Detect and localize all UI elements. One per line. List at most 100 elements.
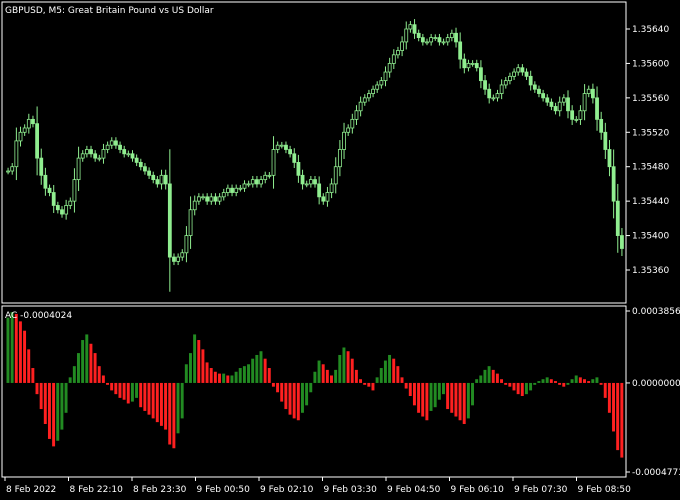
candle-body [574,118,579,121]
ac-bar [516,382,520,395]
ac-bar [209,368,213,383]
candle-body [425,41,429,44]
candle-body [458,41,463,60]
candle-body [474,63,479,69]
ac-bar [247,364,251,383]
candle-body [479,67,483,82]
ac-bar [89,343,93,383]
candle-body [541,93,546,99]
candle-body [76,157,81,181]
time-tick-label: 9 Feb 08:50 [578,485,632,495]
ac-bar [122,382,126,400]
ac-tick-label: -0.0004773 [632,468,680,478]
price-tick-label: 1.35520 [632,128,669,138]
ac-bar [197,340,201,383]
ac-bar [35,382,39,395]
ac-bar [383,360,387,383]
candle-body [188,209,193,236]
candle-body [566,97,570,112]
ac-bar [421,382,425,417]
ac-bar [172,382,176,449]
candle-body [416,32,421,39]
time-tick-label: 9 Feb 03:30 [324,485,378,495]
candle-body [578,110,583,120]
candle-body [122,149,127,155]
ac-bar [367,382,371,387]
ac-bar [350,358,354,383]
candle-body [387,63,392,73]
candle-body [184,235,189,254]
time-tick-label: 9 Feb 06:10 [451,485,505,495]
candle-body [561,97,566,103]
chart-background [0,0,680,500]
candle-body [437,37,442,43]
ac-bar [164,382,168,430]
ac-bar [359,379,362,383]
ac-bar [595,377,599,383]
candle-body [454,32,458,43]
ac-bar [205,362,209,383]
ac-bar [412,382,416,406]
ac-bar [371,382,375,391]
candle-body [615,200,620,236]
candle-body [520,67,525,73]
candle-body [271,149,276,176]
ac-bar [400,377,404,383]
ac-bar [570,379,574,383]
ac-bar [479,375,483,383]
time-tick-label: 9 Feb 00:50 [197,485,251,495]
ac-bar [587,381,591,383]
ac-bar [342,347,346,383]
candle-body [250,179,255,185]
ac-bar [255,354,259,383]
ac-bar [491,369,495,383]
candle-body [499,84,504,94]
candle-body [288,149,293,155]
price-tick-label: 1.35360 [632,266,669,276]
candle-body [18,131,23,142]
ac-bar [263,358,267,383]
candle-body [242,183,247,189]
candle-body [201,196,205,199]
ac-bar [126,382,130,404]
candle-body [176,256,181,262]
candle-body [304,183,309,186]
ac-bar [607,382,611,413]
candle-body [138,162,143,168]
ac-bar [147,382,151,415]
ac-bar [578,377,582,383]
candle-body [308,179,313,185]
candle-body [279,144,284,147]
ac-bar [462,382,466,424]
candle-body [620,235,624,249]
ac-bar [64,382,68,413]
price-tick-label: 1.35560 [632,94,669,104]
ac-bar [168,382,172,445]
candle-body [51,192,56,206]
ac-bar [512,382,516,391]
ac-bar [143,382,147,411]
candle-body [284,144,288,150]
ac-bar [81,340,85,383]
candle-body [396,50,400,56]
candle-body [35,123,40,159]
candle-body [172,256,176,262]
ac-bar [508,382,512,387]
candle-body [599,118,604,133]
ac-bar [425,382,429,421]
candle-body [159,174,164,185]
ac-bar [23,330,27,383]
ac-bar [276,382,280,393]
candle-body [391,54,396,64]
candle-body [101,149,106,159]
candle-body [524,71,529,77]
candle-body [246,183,251,186]
ac-bar [583,379,586,383]
candle-body [462,58,467,69]
ac-bar [106,382,109,385]
ac-bar [292,382,296,419]
candle-body [118,144,122,150]
ac-bar [296,382,300,421]
time-tick-label: 8 Feb 22:10 [70,485,124,495]
candle-body [557,101,562,112]
